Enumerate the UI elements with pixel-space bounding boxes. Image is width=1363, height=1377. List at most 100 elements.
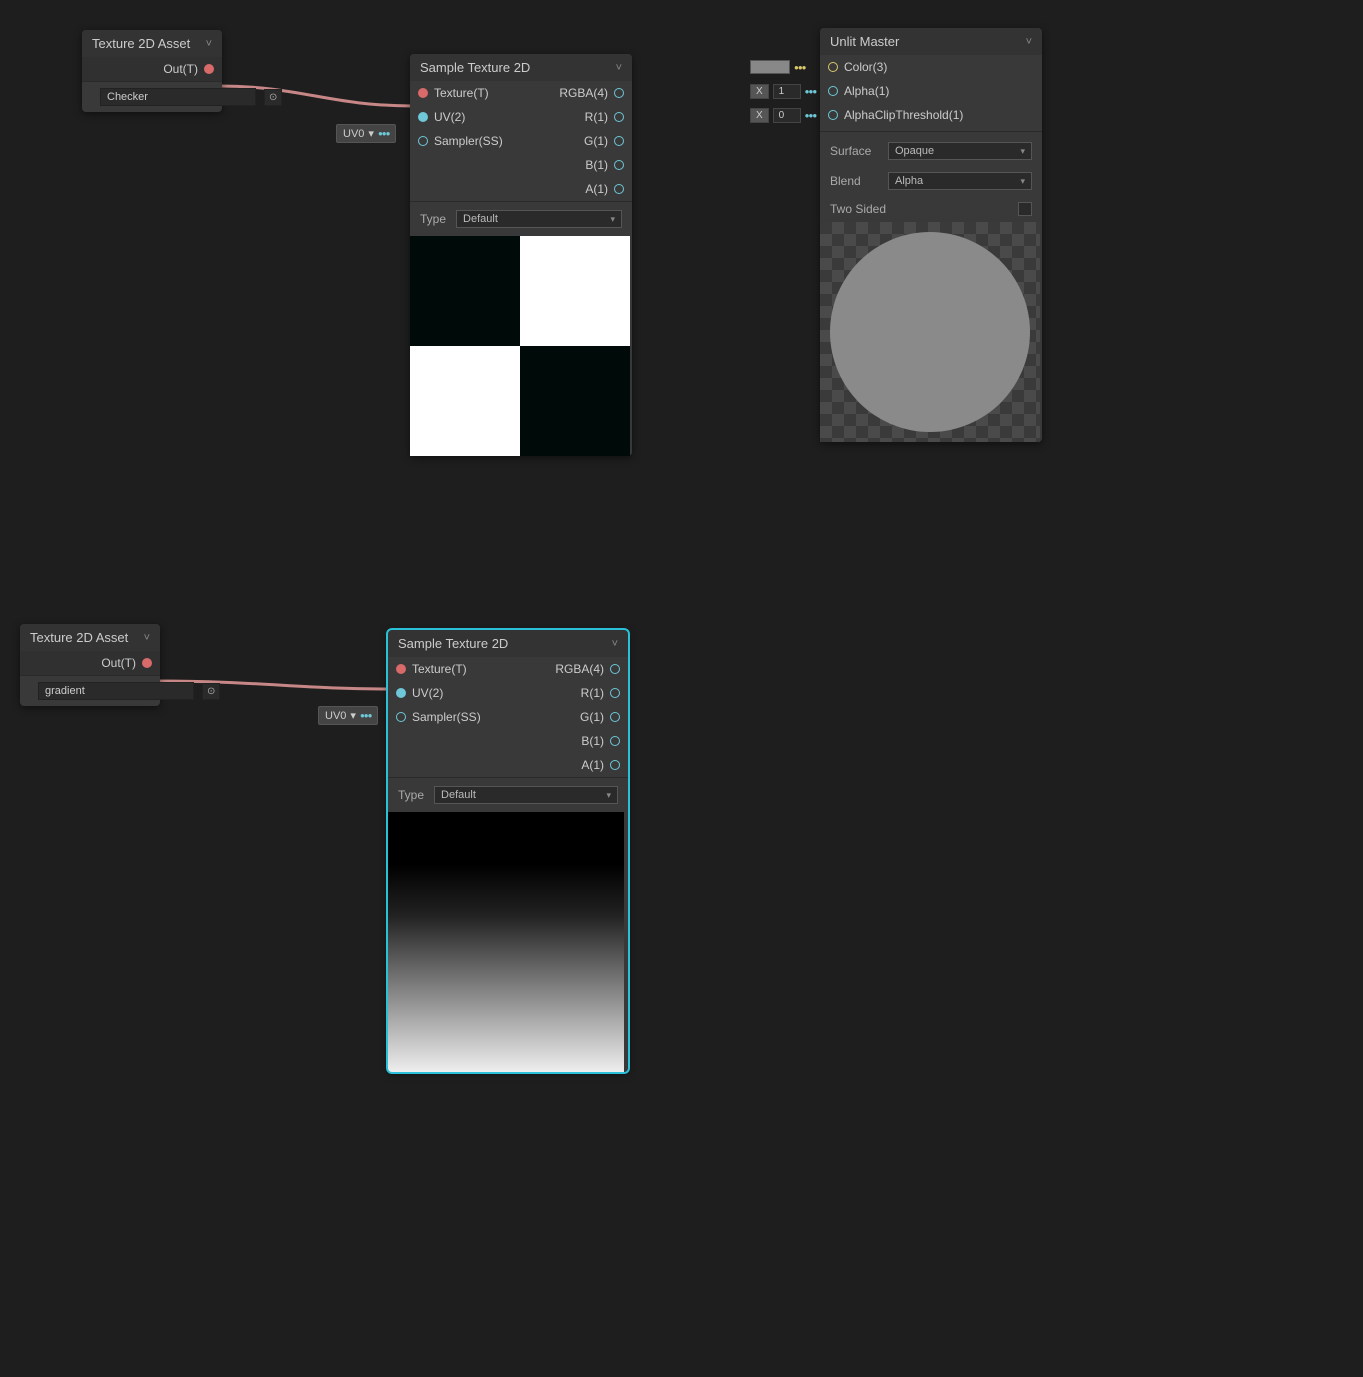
port-alphaclip: AlphaClipThreshold(1) xyxy=(844,108,963,122)
port-color: Color(3) xyxy=(844,60,887,74)
chevron-down-icon[interactable]: ˅ xyxy=(144,632,150,644)
texture-asset-field[interactable] xyxy=(38,682,194,700)
x-badge: X xyxy=(750,84,769,99)
port-b: B(1) xyxy=(581,734,604,748)
input-port-icon[interactable] xyxy=(418,112,428,122)
output-port-icon[interactable] xyxy=(610,688,620,698)
port-alpha: Alpha(1) xyxy=(844,84,889,98)
dropdown-value: Default xyxy=(441,789,476,801)
node-title: Texture 2D Asset xyxy=(30,630,128,645)
input-port-icon[interactable] xyxy=(828,110,838,120)
chevron-down-icon: ▾ xyxy=(1020,146,1025,157)
dropdown-value: Default xyxy=(463,213,498,225)
port-texture: Texture(T) xyxy=(412,662,467,676)
port-uv: UV(2) xyxy=(412,686,443,700)
output-port-icon[interactable] xyxy=(610,736,620,746)
node-header[interactable]: Texture 2D Asset ˅ xyxy=(20,624,160,651)
input-port-icon[interactable] xyxy=(396,712,406,722)
output-port-icon[interactable] xyxy=(204,64,214,74)
port-sampler: Sampler(SS) xyxy=(412,710,481,724)
node-sample-texture-2d-1[interactable]: Sample Texture 2D ˅ Texture(T) RGBA(4) U… xyxy=(410,54,632,456)
connection-dots: ●●● xyxy=(805,111,817,120)
node-texture-2d-asset-1[interactable]: Texture 2D Asset ˅ Out(T) ⊙ xyxy=(82,30,222,112)
node-preview xyxy=(388,812,624,1072)
type-dropdown[interactable]: Default ▾ xyxy=(456,210,622,228)
alpha-value-field[interactable]: 1 xyxy=(773,84,801,99)
port-r: R(1) xyxy=(581,686,604,700)
uv0-pill-2[interactable]: UV0 ▾ ●●● xyxy=(318,706,378,725)
uv-pill-label: UV0 xyxy=(343,128,364,140)
node-sample-texture-2d-2[interactable]: Sample Texture 2D ˅ Texture(T) RGBA(4) U… xyxy=(388,630,628,1072)
chevron-down-icon[interactable]: ˅ xyxy=(616,62,622,74)
node-header[interactable]: Texture 2D Asset ˅ xyxy=(82,30,222,57)
chevron-down-icon: ▾ xyxy=(606,790,611,801)
chevron-down-icon: ▾ xyxy=(368,127,374,140)
port-g: G(1) xyxy=(584,134,608,148)
node-header[interactable]: Sample Texture 2D ˅ xyxy=(388,630,628,657)
blend-dropdown[interactable]: Alpha ▾ xyxy=(888,172,1032,190)
port-rgba: RGBA(4) xyxy=(559,86,608,100)
twosided-label: Two Sided xyxy=(830,202,886,216)
uv-pill-label: UV0 xyxy=(325,710,346,722)
object-picker-icon[interactable]: ⊙ xyxy=(264,89,282,106)
output-port-icon[interactable] xyxy=(614,136,624,146)
type-label: Type xyxy=(420,212,446,226)
port-out: Out(T) xyxy=(163,62,198,76)
node-title: Texture 2D Asset xyxy=(92,36,190,51)
input-port-icon[interactable] xyxy=(828,86,838,96)
port-texture: Texture(T) xyxy=(434,86,489,100)
clip-value-field[interactable]: 0 xyxy=(773,108,801,123)
surface-label: Surface xyxy=(830,144,880,158)
node-header[interactable]: Sample Texture 2D ˅ xyxy=(410,54,632,81)
preview-sphere-icon xyxy=(830,232,1030,432)
input-port-icon[interactable] xyxy=(418,88,428,98)
port-b: B(1) xyxy=(585,158,608,172)
chevron-down-icon: ▾ xyxy=(610,214,615,225)
color-swatch[interactable] xyxy=(750,60,790,74)
x-badge: X xyxy=(750,108,769,123)
chevron-down-icon[interactable]: ˅ xyxy=(206,38,212,50)
node-title: Unlit Master xyxy=(830,34,899,49)
connection-dots: ●●● xyxy=(360,711,372,720)
dropdown-value: Opaque xyxy=(895,145,934,157)
port-out: Out(T) xyxy=(101,656,136,670)
output-port-icon[interactable] xyxy=(610,760,620,770)
object-picker-icon[interactable]: ⊙ xyxy=(202,683,220,700)
surface-dropdown[interactable]: Opaque ▾ xyxy=(888,142,1032,160)
chevron-down-icon[interactable]: ˅ xyxy=(612,638,618,650)
port-uv: UV(2) xyxy=(434,110,465,124)
twosided-checkbox[interactable] xyxy=(1018,202,1032,216)
port-g: G(1) xyxy=(580,710,604,724)
output-port-icon[interactable] xyxy=(614,88,624,98)
output-port-icon[interactable] xyxy=(610,664,620,674)
port-rgba: RGBA(4) xyxy=(555,662,604,676)
input-port-icon[interactable] xyxy=(828,62,838,72)
input-port-icon[interactable] xyxy=(418,136,428,146)
port-r: R(1) xyxy=(585,110,608,124)
output-port-icon[interactable] xyxy=(610,712,620,722)
type-label: Type xyxy=(398,788,424,802)
port-a: A(1) xyxy=(581,758,604,772)
type-dropdown[interactable]: Default ▾ xyxy=(434,786,618,804)
output-port-icon[interactable] xyxy=(614,112,624,122)
chevron-down-icon[interactable]: ˅ xyxy=(1026,36,1032,48)
node-texture-2d-asset-2[interactable]: Texture 2D Asset ˅ Out(T) ⊙ xyxy=(20,624,160,706)
output-port-icon[interactable] xyxy=(142,658,152,668)
blend-label: Blend xyxy=(830,174,880,188)
chevron-down-icon: ▾ xyxy=(1020,176,1025,187)
uv0-pill-1[interactable]: UV0 ▾ ●●● xyxy=(336,124,396,143)
input-port-icon[interactable] xyxy=(396,688,406,698)
output-port-icon[interactable] xyxy=(614,160,624,170)
dropdown-value: Alpha xyxy=(895,175,923,187)
node-title: Sample Texture 2D xyxy=(420,60,530,75)
port-sampler: Sampler(SS) xyxy=(434,134,503,148)
input-port-icon[interactable] xyxy=(396,664,406,674)
port-a: A(1) xyxy=(585,182,608,196)
connection-dots: ●●● xyxy=(805,87,817,96)
node-unlit-master[interactable]: Unlit Master ˅ ●●● Color(3) X 1 ●●● Alph… xyxy=(820,28,1042,442)
output-port-icon[interactable] xyxy=(614,184,624,194)
texture-asset-field[interactable] xyxy=(100,88,256,106)
node-preview xyxy=(410,236,630,456)
node-title: Sample Texture 2D xyxy=(398,636,508,651)
node-header[interactable]: Unlit Master ˅ xyxy=(820,28,1042,55)
